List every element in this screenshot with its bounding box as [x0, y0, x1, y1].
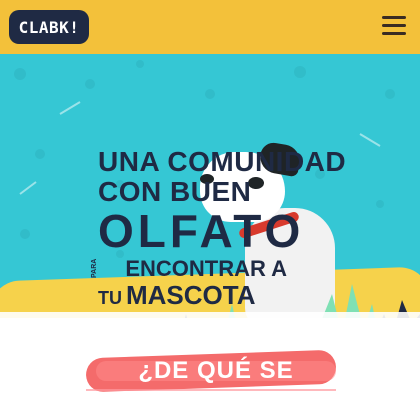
hero-line-1: UNA COMUNIDAD — [98, 146, 347, 177]
hero-small-para: PARA — [91, 258, 98, 278]
header-bar: CLABK! — [0, 0, 420, 54]
section-heading: ¿DE QUÉ SE TRATA? — [138, 357, 294, 414]
hamburger-menu-icon[interactable] — [382, 16, 406, 36]
brush-underline — [86, 389, 336, 391]
hero-line-5: TU MASCOTA — [98, 282, 278, 308]
hero-small-tu: TU — [98, 288, 122, 308]
hero-line-4-text: ENCONTRAR A — [125, 256, 288, 281]
brand-logo[interactable]: CLABK! — [9, 10, 89, 44]
hero-line-4: PARA ENCONTRAR A — [91, 258, 287, 280]
page: CLABK! UNA COMUNIDAD CON BUEN OLFATO PAR… — [0, 0, 420, 420]
logo-text: CLABK! — [18, 17, 80, 37]
hero-line-2: CON BUEN — [98, 176, 252, 207]
hero-banner: UNA COMUNIDAD CON BUEN OLFATO PARA ENCONT… — [0, 54, 420, 318]
hero-title: UNA COMUNIDAD CON BUEN OLFATO PARA ENCONT… — [91, 146, 347, 309]
hero-line-3: OLFATO — [98, 205, 305, 257]
hero-line-5-text: MASCOTA — [126, 280, 256, 310]
